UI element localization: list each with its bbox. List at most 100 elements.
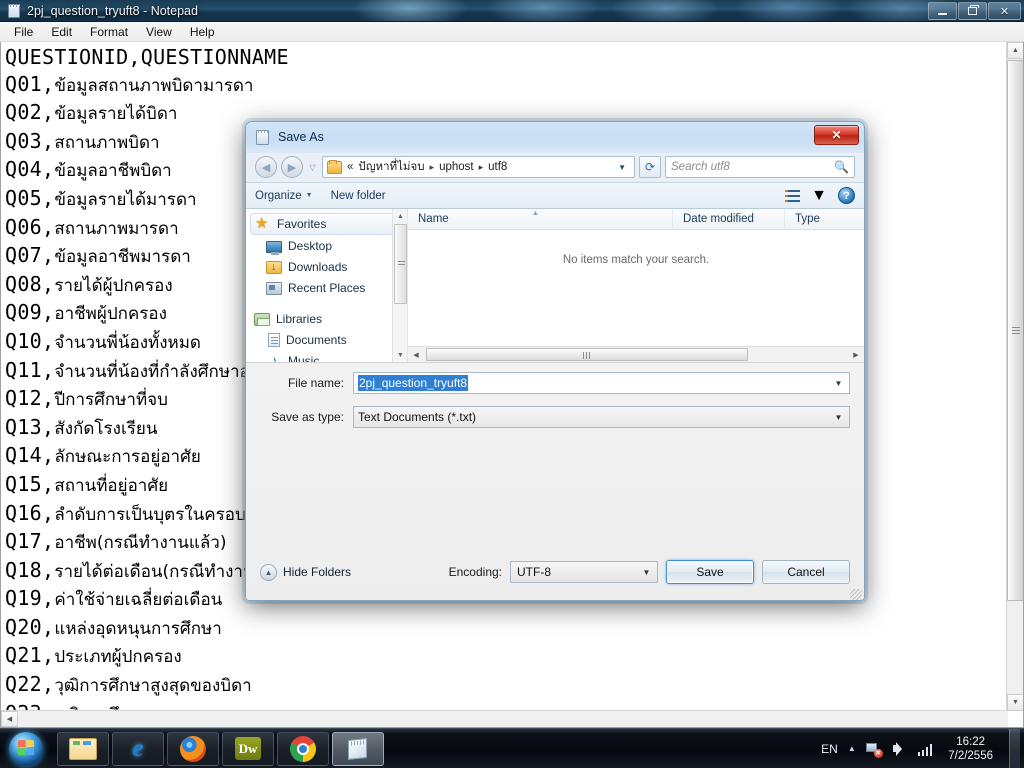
menu-file[interactable]: File (6, 23, 41, 41)
save-button[interactable]: Save (666, 560, 754, 584)
chevron-down-icon[interactable]: ▼ (638, 568, 655, 577)
dreamweaver-icon: Dw (235, 737, 261, 760)
scroll-left-arrow[interactable]: ◀ (408, 347, 424, 362)
dialog-form-area: File name: 2pj_question_tryuft8 ▼ Save a… (246, 362, 864, 600)
minimize-button[interactable] (928, 2, 957, 20)
scroll-up-arrow[interactable]: ▲ (1007, 42, 1023, 59)
taskbar-item-notepad[interactable] (332, 731, 384, 766)
scroll-right-arrow[interactable]: ▶ (848, 347, 864, 362)
refresh-icon[interactable]: ⟳ (639, 156, 661, 178)
question-id: Q08, (5, 271, 55, 296)
taskbar-item-windows-explorer[interactable] (57, 731, 109, 766)
file-list-horizontal-scrollbar[interactable]: ◀ ▶ (408, 346, 864, 362)
firefox-icon (180, 735, 206, 762)
menu-edit[interactable]: Edit (43, 23, 80, 41)
vertical-scroll-thumb[interactable] (1007, 60, 1023, 601)
new-folder-button[interactable]: New folder (331, 190, 386, 202)
scroll-down-arrow[interactable]: ▼ (1007, 694, 1023, 711)
language-indicator[interactable]: EN (821, 742, 838, 756)
close-button[interactable]: ✕ (988, 2, 1021, 20)
sidebar-item-music[interactable]: ♪ Music (246, 350, 407, 363)
question-name: รายได้ผู้ปกครอง (54, 275, 173, 296)
menu-view[interactable]: View (138, 23, 180, 41)
breadcrumb[interactable]: « ปัญหาที่ไม่จบ ▸ uphost ▸ utf8 ▼ (322, 156, 635, 178)
breadcrumb-dropdown-icon[interactable]: ▼ (613, 163, 631, 172)
breadcrumb-segment-2[interactable]: uphost (439, 161, 474, 173)
nav-scroll-thumb[interactable] (394, 224, 407, 304)
dialog-close-button[interactable]: ✕ (814, 125, 859, 145)
question-id: Q11, (5, 357, 55, 382)
chevron-down-icon[interactable]: ▼ (830, 413, 847, 422)
help-button[interactable]: ? (838, 187, 855, 204)
taskbar-item-chrome[interactable] (277, 731, 329, 766)
sidebar-item-documents[interactable]: Documents (246, 329, 407, 350)
breadcrumb-segment-1[interactable]: ปัญหาที่ไม่จบ (358, 158, 424, 176)
recent-locations-icon[interactable]: ▽ (307, 163, 318, 172)
maximize-button[interactable] (958, 2, 987, 20)
sidebar-item-desktop[interactable]: Desktop (246, 235, 407, 256)
hide-folders-button[interactable]: ▲ Hide Folders (260, 563, 351, 581)
cancel-button[interactable]: Cancel (762, 560, 850, 584)
sidebar-item-label: Music (288, 353, 320, 363)
folder-icon (327, 159, 342, 174)
question-name: ลักษณะการอยู่อาศัย (54, 447, 201, 468)
dialog-toolbar: Organize ▼ New folder ▼ ? (246, 182, 864, 209)
scroll-up-arrow[interactable]: ▲ (393, 209, 407, 223)
sidebar-item-downloads[interactable]: Downloads (246, 256, 407, 277)
clock-time: 16:22 (956, 735, 985, 748)
start-button[interactable] (0, 729, 52, 768)
chevron-down-icon[interactable]: ▼ (830, 379, 847, 388)
encoding-select[interactable]: UTF-8 ▼ (510, 561, 658, 583)
notepad-horizontal-scrollbar[interactable]: ◀ (1, 710, 1008, 727)
chevron-up-icon: ▲ (260, 563, 277, 581)
volume-icon[interactable] (892, 741, 908, 756)
signal-bars-icon[interactable] (917, 742, 933, 756)
taskbar-item-firefox[interactable] (167, 731, 219, 766)
column-label: Type (795, 213, 820, 225)
internet-explorer-icon: e (132, 734, 144, 762)
scroll-left-arrow[interactable]: ◀ (1, 711, 18, 727)
taskbar-items: e Dw (52, 731, 384, 766)
notepad-window-controls: ✕ (928, 2, 1021, 20)
file-name-input[interactable]: 2pj_question_tryuft8 ▼ (353, 372, 850, 394)
question-id: Q01, (5, 71, 55, 96)
column-header-name[interactable]: Name ▲ (408, 209, 673, 229)
taskbar-item-internet-explorer[interactable]: e (112, 731, 164, 766)
notepad-vertical-scrollbar[interactable]: ▲ ▼ (1006, 42, 1023, 711)
column-header-type[interactable]: Type (785, 209, 845, 229)
show-hidden-icons-button[interactable]: ▲ (848, 744, 856, 753)
clock[interactable]: 16:22 7/2/2556 (942, 735, 999, 763)
question-id: Q13, (5, 414, 55, 439)
breadcrumb-segment-3[interactable]: utf8 (488, 161, 507, 173)
view-mode-icon[interactable] (785, 189, 801, 202)
save-as-type-select[interactable]: Text Documents (*.txt) ▼ (353, 406, 850, 428)
sidebar-item-label: Libraries (276, 311, 323, 326)
search-input[interactable]: Search utf8 🔍 (665, 156, 855, 178)
back-button[interactable]: ◀ (255, 156, 277, 178)
sidebar-item-recent-places[interactable]: Recent Places (246, 277, 407, 298)
resize-grip[interactable] (850, 589, 862, 600)
question-name: ปีการศึกษาที่จบ (54, 390, 168, 411)
organize-button[interactable]: Organize ▼ (255, 190, 313, 202)
file-list-pane[interactable]: Name ▲ Date modified Type No items match… (408, 209, 864, 362)
nav-pane-scrollbar[interactable]: ▲ ▼ (392, 209, 407, 362)
scroll-down-arrow[interactable]: ▼ (393, 348, 407, 362)
chevron-down-icon[interactable]: ▼ (811, 187, 827, 205)
file-name-label: File name: (287, 376, 344, 390)
question-id: Q19, (5, 586, 55, 611)
menu-format[interactable]: Format (82, 23, 136, 41)
sidebar-item-favorites[interactable]: ★ Favorites (250, 213, 403, 235)
horizontal-scroll-thumb[interactable] (426, 348, 748, 361)
question-id: Q06, (5, 214, 55, 239)
column-header-date-modified[interactable]: Date modified (673, 209, 785, 229)
forward-button[interactable]: ▶ (281, 156, 303, 178)
encoding-label: Encoding: (448, 565, 502, 579)
network-disconnected-icon[interactable]: ✕ (865, 742, 883, 758)
sort-ascending-icon: ▲ (532, 210, 539, 217)
taskbar-item-dreamweaver[interactable]: Dw (222, 731, 274, 766)
menu-help[interactable]: Help (182, 23, 223, 41)
sidebar-item-libraries[interactable]: Libraries (246, 308, 407, 329)
question-name: ประเภทผู้ปกครอง (54, 647, 182, 668)
show-desktop-button[interactable] (1009, 728, 1020, 768)
